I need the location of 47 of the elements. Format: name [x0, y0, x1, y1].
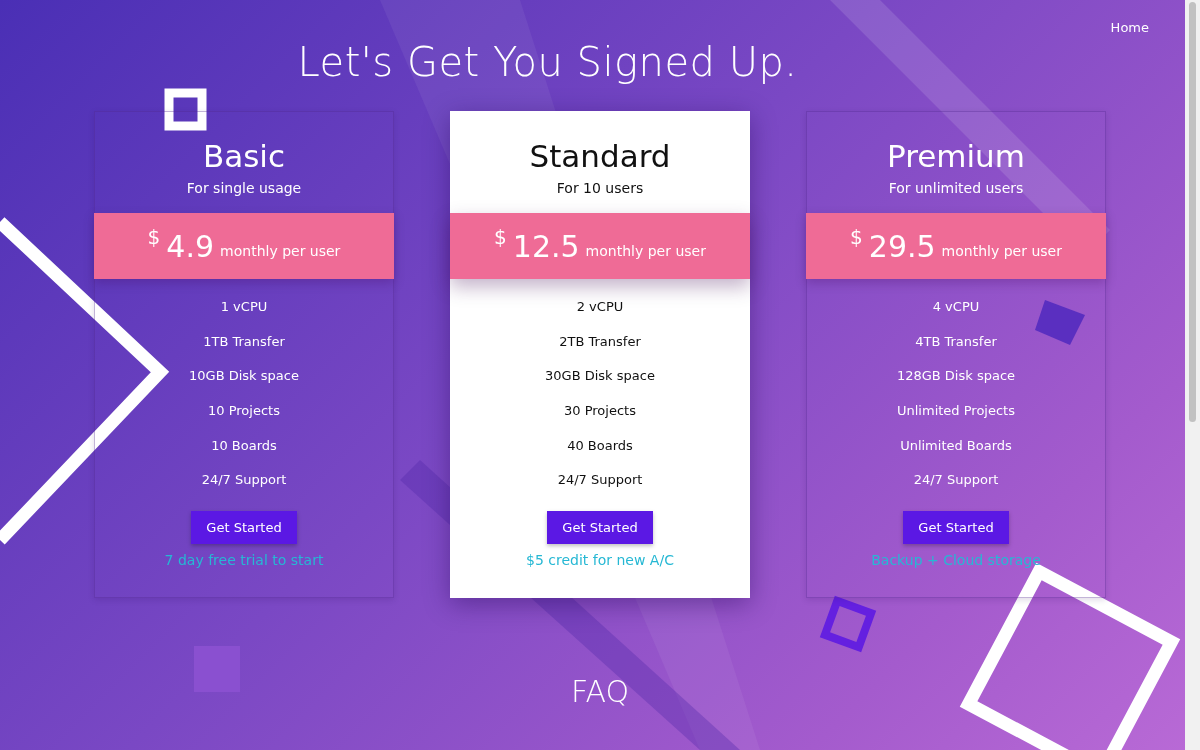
feature-item: 128GB Disk space	[896, 367, 1016, 386]
price-amount: 29.5	[868, 228, 936, 264]
plan-note: $5 credit for new A/C	[526, 552, 674, 569]
currency-symbol: $	[850, 225, 863, 249]
square-outline	[164, 88, 207, 131]
feature-item: 24/7 Support	[557, 471, 643, 490]
scrollbar-thumb[interactable]	[1189, 2, 1196, 422]
plan-name: Standard	[529, 138, 671, 174]
faq-heading: FAQ	[570, 674, 630, 709]
feature-item: 30 Projects	[564, 402, 636, 421]
price-period: monthly per user	[585, 243, 706, 259]
plan-subtitle: For unlimited users	[888, 180, 1024, 196]
get-started-button[interactable]: Get Started	[547, 511, 653, 545]
price-amount: 4.9	[166, 228, 215, 264]
plan-subtitle: For 10 users	[556, 180, 644, 196]
plan-name: Basic	[202, 138, 286, 174]
feature-item: 24/7 Support	[913, 471, 999, 490]
currency-symbol: $	[494, 225, 507, 249]
feature-item: 2 vCPU	[576, 298, 624, 316]
square-outline	[819, 595, 877, 653]
feature-item: 4TB Transfer	[915, 332, 997, 351]
feature-item: 1 vCPU	[220, 298, 268, 316]
page-title: Let's Get You Signed Up.	[297, 39, 798, 85]
scrollbar[interactable]	[1185, 0, 1200, 750]
feature-item: 30GB Disk space	[545, 367, 655, 386]
feature-item: 40 Boards	[567, 436, 633, 455]
price-period: monthly per user	[941, 243, 1062, 259]
feature-item: 2TB Transfer	[559, 332, 641, 351]
feature-item: 1TB Transfer	[203, 332, 285, 351]
price-amount: 12.5	[512, 228, 580, 264]
home-link[interactable]: Home	[1110, 0, 1185, 35]
feature-item: Unlimited Projects	[897, 402, 1015, 421]
plan-note: Backup + Cloud storage	[871, 552, 1041, 569]
feature-item: 10GB Disk space	[189, 367, 299, 386]
feature-item: Unlimited Boards	[900, 436, 1012, 455]
get-started-button[interactable]: Get Started	[191, 511, 297, 545]
feature-item: 10 Boards	[211, 436, 277, 455]
plan-name: Premium	[887, 138, 1025, 174]
feature-item: 24/7 Support	[201, 471, 287, 490]
diamond-shape	[1035, 300, 1085, 345]
plan-note: 7 day free trial to start	[164, 552, 324, 569]
currency-symbol: $	[147, 225, 161, 249]
price-period: monthly per user	[220, 243, 341, 259]
plan-subtitle: For single usage	[186, 180, 302, 196]
feature-item: 4 vCPU	[932, 298, 980, 316]
get-started-button[interactable]: Get Started	[903, 511, 1009, 545]
feature-item: 10 Projects	[208, 402, 280, 421]
